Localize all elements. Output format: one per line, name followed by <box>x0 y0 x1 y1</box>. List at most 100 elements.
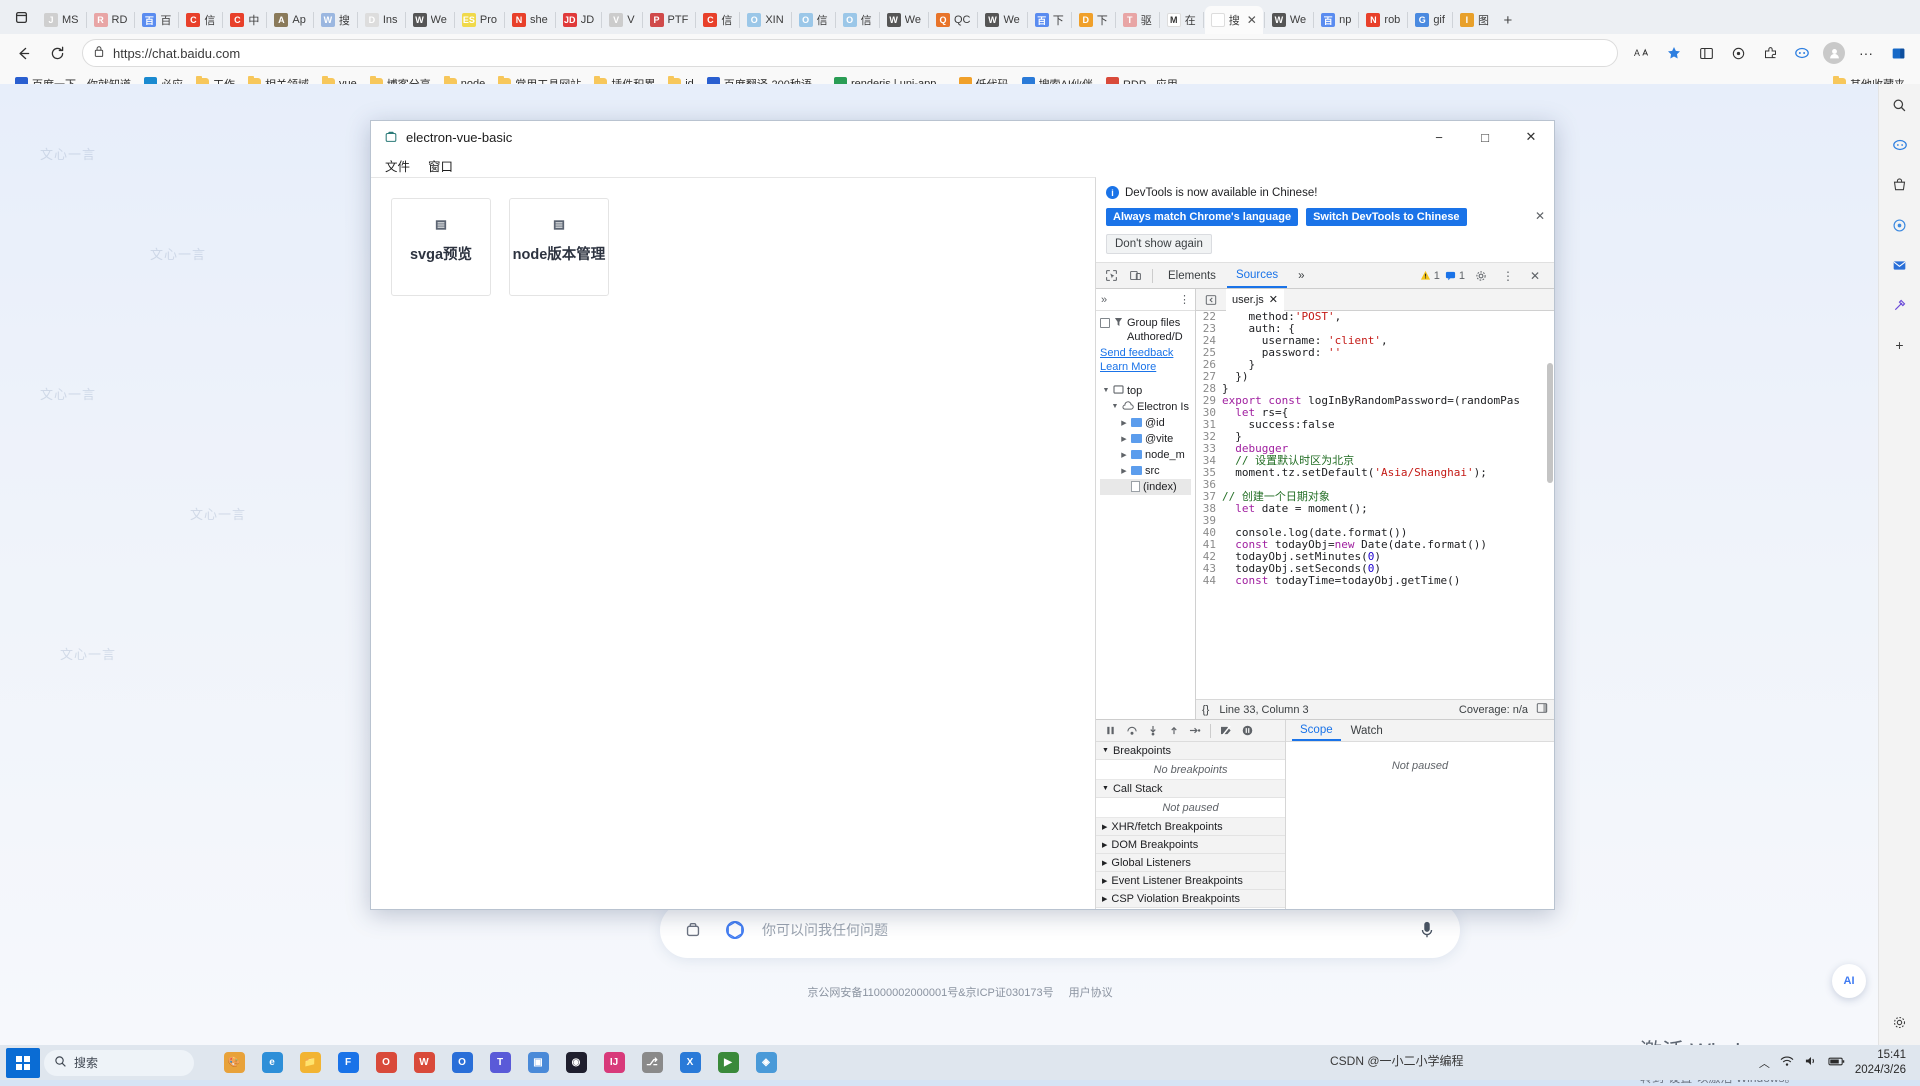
file-tree-row[interactable]: ▼top <box>1100 383 1191 399</box>
learn-more-link[interactable]: Learn More <box>1100 361 1191 373</box>
browser-tab[interactable]: Nshe <box>506 6 554 34</box>
browser-tab[interactable]: ESPro <box>456 6 503 34</box>
browser-tab[interactable]: OXIN <box>741 6 789 34</box>
chevron-right-icon[interactable]: ▶ <box>1120 451 1128 459</box>
debugger-section-header[interactable]: ▶Global Listeners <box>1096 854 1285 872</box>
explorer-icon[interactable]: 📁 <box>292 1047 328 1078</box>
chevron-down-icon[interactable]: ▼ <box>1102 387 1110 394</box>
chevron-down-icon[interactable]: ▼ <box>1111 403 1119 410</box>
electron-maximize-button[interactable]: □ <box>1462 121 1508 153</box>
read-aloud-icon[interactable]: A <box>1628 39 1656 67</box>
app-card-node-version[interactable]: node版本管理 <box>509 198 609 296</box>
navigator-kebab-icon[interactable]: ⋮ <box>1179 293 1190 306</box>
browser-tab[interactable]: I图 <box>1454 6 1495 34</box>
browser-tab[interactable]: W搜 <box>315 6 356 34</box>
address-bar[interactable]: https://chat.baidu.com <box>82 39 1618 67</box>
device-toolbar-icon[interactable] <box>1124 266 1146 286</box>
menu-item-file[interactable]: 文件 <box>385 156 410 175</box>
debugger-section-header[interactable]: ▶XHR/fetch Breakpoints <box>1096 818 1285 836</box>
browser-tab[interactable]: M在 <box>1161 6 1202 34</box>
firefox-icon[interactable]: F <box>330 1047 366 1078</box>
edge-icon[interactable]: e <box>254 1047 290 1078</box>
warning-count-badge[interactable]: 1 <box>1420 270 1440 282</box>
dont-show-again-button[interactable]: Don't show again <box>1106 234 1212 254</box>
electron-close-button[interactable]: ✕ <box>1508 121 1554 153</box>
browser-tab[interactable]: C中 <box>224 6 265 34</box>
switch-to-chinese-button[interactable]: Switch DevTools to Chinese <box>1306 208 1467 226</box>
microphone-icon[interactable] <box>1412 915 1442 945</box>
electron-icon[interactable]: ◈ <box>748 1047 784 1078</box>
browser-tab[interactable]: O信 <box>793 6 834 34</box>
chevron-right-icon[interactable]: ▶ <box>1120 435 1128 443</box>
file-tree-row[interactable]: (index) <box>1100 479 1191 495</box>
browser-tab[interactable]: WWe <box>407 6 453 34</box>
browser-tab[interactable]: 百np <box>1315 6 1357 34</box>
browser-essentials-icon[interactable] <box>1724 39 1752 67</box>
settings-more-icon[interactable]: ··· <box>1852 39 1880 67</box>
tab-scope[interactable]: Scope <box>1292 720 1341 741</box>
wps-icon[interactable]: W <box>406 1047 442 1078</box>
debugger-section-header[interactable]: ▶DOM Breakpoints <box>1096 836 1285 854</box>
devtools-more-tabs[interactable]: » <box>1289 263 1313 288</box>
navigate-back-icon[interactable] <box>1200 290 1222 310</box>
file-tree-row[interactable]: ▼Electron Is <box>1100 399 1191 415</box>
tab-watch[interactable]: Watch <box>1343 720 1391 741</box>
code-line-number[interactable]: 44 <box>1196 575 1222 587</box>
copilot-icon[interactable] <box>1788 39 1816 67</box>
terminal-icon[interactable]: ▶ <box>710 1047 746 1078</box>
taskbar-clock[interactable]: 15:41 2024/3/26 <box>1855 1048 1906 1077</box>
menu-item-window[interactable]: 窗口 <box>428 156 453 175</box>
sidebar-toggle-icon[interactable] <box>1884 39 1912 67</box>
file-tree-row[interactable]: ▶node_m <box>1100 447 1191 463</box>
taskbar-search-box[interactable]: 搜索 <box>44 1050 194 1076</box>
git-icon[interactable]: ⎇ <box>634 1047 670 1078</box>
chevron-right-icon[interactable]: ▶ <box>1120 467 1128 475</box>
pretty-print-icon[interactable]: {} <box>1202 704 1209 716</box>
browser-tab[interactable]: WWe <box>979 6 1025 34</box>
debugger-section-header[interactable]: ▼Call Stack <box>1096 780 1285 798</box>
user-agreement-link[interactable]: 用户协议 <box>1069 987 1113 999</box>
idea-icon[interactable]: IJ <box>596 1047 632 1078</box>
browser-tab[interactable]: T驱 <box>1117 6 1158 34</box>
tray-expand-icon[interactable]: ︿ <box>1759 1055 1770 1071</box>
reload-button[interactable] <box>42 39 72 67</box>
step-over-icon[interactable] <box>1122 722 1141 740</box>
group-files-checkbox[interactable] <box>1100 318 1110 328</box>
always-match-language-button[interactable]: Always match Chrome's language <box>1106 208 1298 226</box>
ask-input-placeholder[interactable]: 你可以问我任何问题 <box>762 920 1400 940</box>
tab-search-button[interactable] <box>4 0 38 34</box>
browser-tab[interactable]: AAp <box>268 6 311 34</box>
tab-close-icon[interactable]: ✕ <box>1247 13 1257 27</box>
obs-icon[interactable]: ◉ <box>558 1047 594 1078</box>
network-icon[interactable] <box>1780 1055 1794 1070</box>
browser-tab[interactable]: RRD <box>88 6 134 34</box>
browser-tab[interactable]: D下 <box>1073 6 1114 34</box>
browser-tab[interactable]: C信 <box>180 6 221 34</box>
group-files-checkbox-row[interactable]: Group files Authored/D <box>1100 317 1191 345</box>
gear-icon[interactable] <box>1470 266 1492 286</box>
extensions-icon[interactable] <box>1756 39 1784 67</box>
debugger-section-header[interactable]: ▶Event Listener Breakpoints <box>1096 872 1285 890</box>
devtools-close-icon[interactable]: ✕ <box>1524 266 1546 286</box>
electron-minimize-button[interactable]: − <box>1416 121 1462 153</box>
browser-tab[interactable]: 百下 <box>1029 6 1070 34</box>
rail-copilot-icon[interactable] <box>1887 132 1913 158</box>
new-tab-button[interactable]: + <box>1495 6 1521 34</box>
ask-input-bar[interactable]: 你可以问我任何问题 <box>660 902 1460 958</box>
favorite-star-icon[interactable] <box>1660 39 1688 67</box>
battery-icon[interactable] <box>1828 1056 1845 1070</box>
electron-titlebar[interactable]: electron-vue-basic − □ ✕ <box>371 121 1554 153</box>
browser-tab[interactable]: DIns <box>359 6 404 34</box>
browser-tab[interactable]: QQC <box>930 6 977 34</box>
send-feedback-link[interactable]: Send feedback <box>1100 347 1191 359</box>
banner-close-icon[interactable]: ✕ <box>1535 209 1545 223</box>
rail-outlook-icon[interactable] <box>1887 252 1913 278</box>
editor-tab-userjs[interactable]: user.js ✕ <box>1226 289 1284 311</box>
debugger-section-header[interactable]: ▶CSP Violation Breakpoints <box>1096 890 1285 908</box>
rail-add-icon[interactable]: + <box>1887 332 1913 358</box>
file-tree-row[interactable]: ▶@id <box>1100 415 1191 431</box>
pause-exceptions-icon[interactable] <box>1238 722 1257 740</box>
folder2-icon[interactable]: ▣ <box>520 1047 556 1078</box>
code-editor[interactable]: 22 method:'POST',23 auth: {24 username: … <box>1196 311 1554 699</box>
step-into-icon[interactable] <box>1143 722 1162 740</box>
